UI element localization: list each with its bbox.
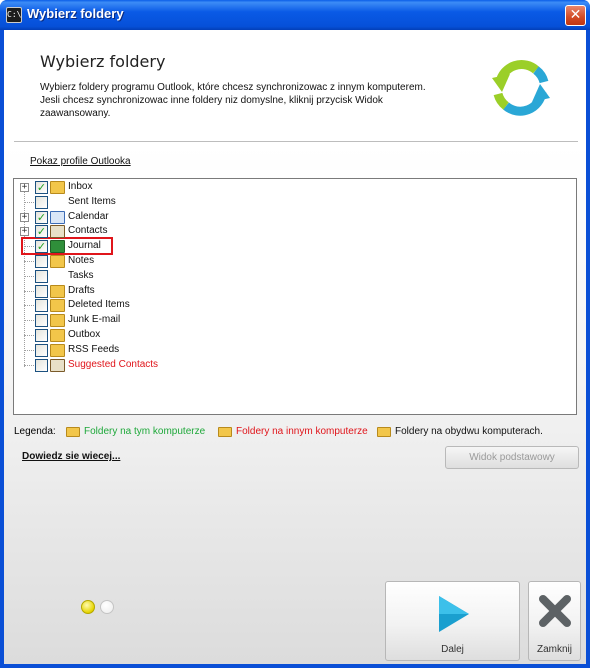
tree-row[interactable]: + ✓ Calendar (14, 210, 554, 225)
folder-checkbox[interactable] (35, 343, 48, 357)
folder-label: Suggested Contacts (68, 358, 159, 370)
tree-row[interactable]: Sent Items (14, 195, 554, 210)
deleted-items-folder-icon (50, 299, 65, 313)
tasks-icon (50, 269, 65, 283)
learn-more-link[interactable]: Dowiedz sie wiecej... (22, 451, 120, 462)
tree-row[interactable]: Tasks (14, 269, 554, 284)
folder-label: Contacts (68, 225, 108, 237)
wizard-step-dot-active (81, 600, 95, 614)
wizard-step-dot-inactive (100, 600, 114, 614)
folder-label: RSS Feeds (68, 343, 120, 355)
folder-checkbox[interactable] (35, 195, 48, 209)
dialog-content: Wybierz foldery Wybierz foldery programu… (4, 30, 586, 664)
expand-icon[interactable]: + (20, 212, 29, 222)
drafts-folder-icon (50, 284, 65, 298)
folder-checkbox[interactable] (35, 314, 48, 328)
page-title: Wybierz foldery (40, 52, 166, 71)
dialog-window: C:\ Wybierz foldery ✕ Wybierz foldery Wy… (0, 0, 590, 668)
folder-checkbox[interactable]: ✓ (35, 225, 48, 239)
close-x-icon (539, 595, 571, 627)
tree-row[interactable]: + ✓ Inbox (14, 180, 554, 195)
folder-label: Drafts (68, 284, 95, 296)
journal-icon (50, 240, 65, 254)
legend-item-other-computer: Foldery na innym komputerze (236, 426, 368, 437)
folder-checkbox[interactable]: ✓ (35, 240, 48, 254)
folder-tree[interactable]: + ✓ Inbox Sent Items + ✓ Calendar + ✓ Contacts ✓ Jo… (13, 178, 577, 415)
folder-checkbox[interactable] (35, 255, 48, 268)
expand-icon[interactable]: + (20, 227, 29, 237)
rss-feeds-folder-icon (50, 343, 65, 357)
app-icon: C:\ (6, 7, 22, 23)
folder-label: Outbox (68, 329, 101, 340)
folder-icon (218, 427, 232, 437)
header-divider (14, 141, 578, 142)
next-button[interactable]: Dalej (385, 581, 520, 661)
notes-folder-icon (50, 255, 65, 268)
folder-label: Journal (68, 240, 101, 252)
tree-row[interactable]: RSS Feeds (14, 343, 554, 358)
sent-items-icon (50, 195, 65, 209)
suggested-contacts-icon (50, 358, 65, 372)
folder-checkbox[interactable] (35, 299, 48, 313)
folder-checkbox[interactable] (35, 269, 48, 283)
junk-email-folder-icon (50, 314, 65, 328)
inbox-folder-icon (50, 181, 65, 194)
folder-checkbox[interactable] (35, 329, 48, 342)
folder-checkbox[interactable]: ✓ (35, 210, 48, 224)
folder-label: Inbox (68, 181, 93, 192)
outbox-folder-icon (50, 329, 65, 342)
folder-icon (66, 427, 80, 437)
legend-item-this-computer: Foldery na tym komputerze (84, 426, 206, 437)
window-close-button[interactable]: ✕ (565, 5, 586, 26)
calendar-icon (50, 210, 65, 224)
tree-row[interactable]: Suggested Contacts (14, 358, 554, 373)
folder-label: Sent Items (68, 195, 116, 207)
title-bar[interactable]: C:\ Wybierz foldery ✕ (0, 0, 590, 30)
tree-row[interactable]: Junk E-mail (14, 313, 554, 328)
tree-row[interactable]: Notes (14, 254, 554, 269)
tree-row[interactable]: Outbox (14, 328, 554, 343)
folder-label: Calendar (68, 210, 109, 222)
window-title: Wybierz foldery (27, 6, 124, 21)
folder-label: Notes (68, 255, 95, 266)
sync-logo-icon (492, 60, 550, 116)
expand-icon[interactable]: + (20, 183, 29, 192)
folder-label: Tasks (68, 269, 94, 281)
tree-row[interactable]: Deleted Items (14, 298, 554, 313)
tree-row[interactable]: ✓ Journal (14, 239, 554, 254)
folder-label: Deleted Items (68, 299, 130, 311)
folder-checkbox[interactable] (35, 284, 48, 298)
folder-icon (377, 427, 391, 437)
contacts-icon (50, 225, 65, 239)
legend-label: Legenda: (14, 426, 56, 437)
play-arrow-icon (439, 596, 469, 632)
next-button-label: Dalej (441, 644, 464, 655)
legend-item-both-computers: Foldery na obydwu komputerach. (395, 426, 543, 437)
folder-label: Junk E-mail (68, 314, 121, 326)
close-wizard-button[interactable]: Zamknij (528, 581, 581, 661)
folder-checkbox[interactable] (35, 358, 48, 372)
close-wizard-label: Zamknij (536, 644, 572, 655)
tree-row[interactable]: Drafts (14, 284, 554, 299)
page-description: Wybierz foldery programu Outlook, które … (40, 82, 426, 119)
basic-view-button[interactable]: Widok podstawowy (445, 446, 579, 469)
folder-checkbox[interactable]: ✓ (35, 181, 48, 194)
tree-row[interactable]: + ✓ Contacts (14, 224, 554, 239)
show-profiles-link[interactable]: Pokaz profile Outlooka (30, 156, 131, 167)
